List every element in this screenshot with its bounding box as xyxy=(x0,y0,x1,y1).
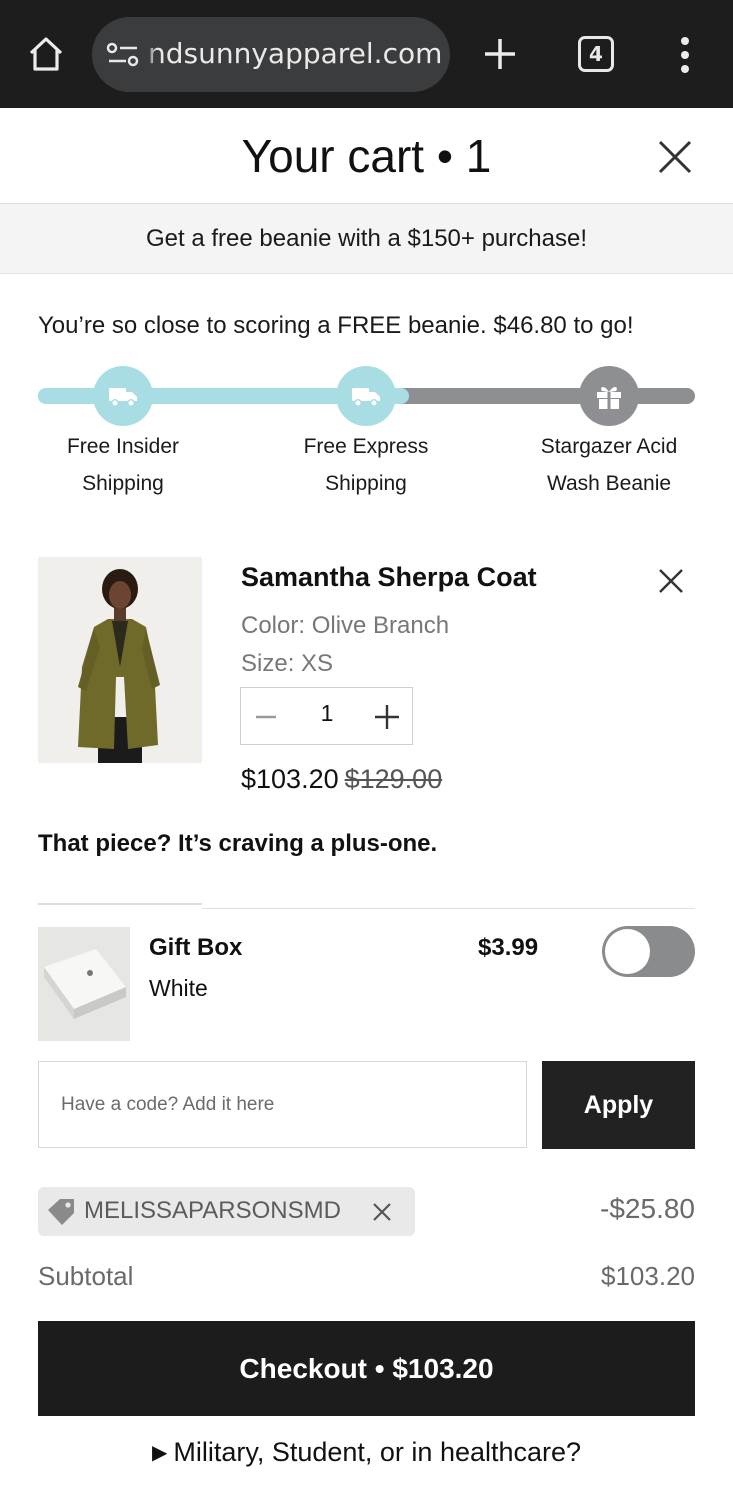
gift-box-toggle[interactable] xyxy=(602,926,695,977)
quantity-value[interactable]: 1 xyxy=(301,700,353,727)
checkout-button[interactable]: Checkout • $103.20 xyxy=(38,1321,695,1416)
milestone-label: Free Insider Shipping xyxy=(66,435,180,495)
truck-icon xyxy=(352,388,380,407)
discount-amount: -$25.80 xyxy=(600,1193,695,1224)
new-tab-icon[interactable] xyxy=(482,36,518,72)
coat-photo xyxy=(38,557,202,763)
original-price: $129.00 xyxy=(344,764,443,794)
triangle-right-icon: ▶ xyxy=(151,1442,168,1464)
toggle-knob xyxy=(605,929,650,974)
progress-message: You’re so close to scoring a FREE beanie… xyxy=(38,312,634,339)
apply-code-button[interactable]: Apply xyxy=(542,1061,695,1149)
gift-box-name: Gift Box xyxy=(149,934,243,961)
discount-code-input[interactable] xyxy=(38,1061,527,1148)
truck-icon xyxy=(109,388,137,407)
page-title: Your cart • 1 xyxy=(241,130,492,182)
cart-header: Your cart • 1 xyxy=(0,108,733,204)
product-color: Color: Olive Branch xyxy=(241,612,450,639)
milestone-free-insider-shipping xyxy=(93,366,153,426)
milestone-label: Free Express Shipping xyxy=(303,435,429,495)
gift-box-variant: White xyxy=(149,975,208,1001)
discount-eligibility-toggle[interactable]: ▶ Military, Student, or in healthcare? xyxy=(0,1437,733,1468)
site-settings-icon[interactable] xyxy=(106,42,140,68)
close-icon[interactable] xyxy=(656,138,694,176)
applied-code-chip: MELISSAPARSONSMD xyxy=(38,1187,415,1236)
remove-item-icon[interactable] xyxy=(658,568,684,594)
product-image[interactable] xyxy=(38,557,202,763)
quantity-stepper: 1 xyxy=(240,687,413,745)
milestone-free-express-shipping xyxy=(336,366,396,426)
divider xyxy=(202,908,695,909)
plus-icon[interactable] xyxy=(373,703,401,731)
minus-icon[interactable] xyxy=(253,704,279,730)
milestone-beanie xyxy=(579,366,639,426)
product-price: $103.20 $129.00 xyxy=(241,764,442,795)
product-name[interactable]: Samantha Sherpa Coat xyxy=(241,562,537,593)
subtotal-value: $103.20 xyxy=(601,1261,695,1291)
gift-box-price: $3.99 xyxy=(478,934,539,961)
sale-price: $103.20 xyxy=(241,764,339,794)
gift-icon xyxy=(597,386,621,409)
browser-toolbar: ndsunnyapparel.com 4 xyxy=(0,0,733,108)
gift-box-image xyxy=(38,927,130,1041)
tag-icon xyxy=(48,1199,74,1225)
subtotal-label: Subtotal xyxy=(38,1261,134,1291)
tab-switcher-button[interactable]: 4 xyxy=(578,36,614,72)
promo-banner: Get a free beanie with a $150+ purchase! xyxy=(0,204,733,274)
address-bar[interactable]: ndsunnyapparel.com xyxy=(92,17,450,92)
remove-code-icon[interactable] xyxy=(372,1202,392,1222)
upsell-carousel-edge xyxy=(38,903,202,907)
disclosure-text: Military, Student, or in healthcare? xyxy=(173,1437,582,1467)
upsell-heading: That piece? It’s craving a plus-one. xyxy=(38,830,438,857)
home-icon[interactable] xyxy=(26,34,66,74)
milestone-label: Stargazer Acid Wash Beanie xyxy=(540,435,678,495)
applied-code-text: MELISSAPARSONSMD xyxy=(84,1197,341,1224)
product-size: Size: XS xyxy=(241,650,334,677)
more-options-icon[interactable] xyxy=(678,36,692,74)
gift-box-photo xyxy=(38,927,130,1041)
url-text[interactable]: ndsunnyapparel.com xyxy=(148,37,442,71)
